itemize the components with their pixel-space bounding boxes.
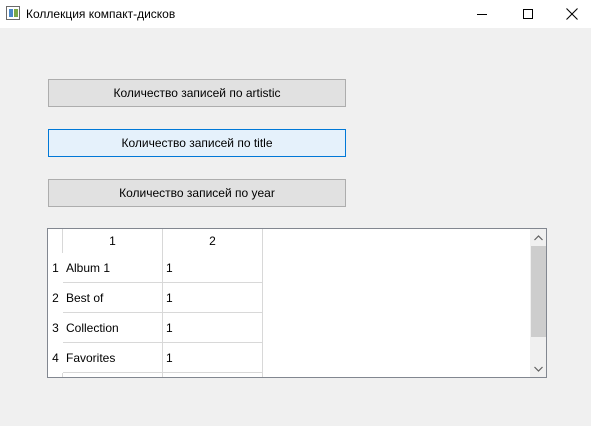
title-bar[interactable]: Коллекция компакт-дисков xyxy=(0,0,591,28)
results-table[interactable]: 1 2 1 Album 1 1 2 Best of 1 3 Collection… xyxy=(47,228,547,378)
table-corner[interactable] xyxy=(48,229,63,253)
table-cell-name[interactable]: Favorites xyxy=(63,343,163,373)
app-window-icon xyxy=(6,6,20,20)
table-cell-name[interactable]: Best of xyxy=(63,283,163,313)
table-cell-count[interactable]: 1 xyxy=(163,283,263,313)
scroll-up-button[interactable] xyxy=(530,229,546,246)
row-header-2[interactable]: 2 xyxy=(48,283,63,313)
window-title: Коллекция компакт-дисков xyxy=(26,7,176,21)
chevron-up-icon xyxy=(534,234,543,240)
minimize-icon xyxy=(477,13,487,15)
chevron-down-icon xyxy=(534,366,543,372)
table-cell-name[interactable]: Collection xyxy=(63,313,163,343)
table-cell-partial[interactable] xyxy=(63,373,163,377)
table-cell-count[interactable]: 1 xyxy=(163,253,263,283)
row-header-4[interactable]: 4 xyxy=(48,343,63,373)
count-by-title-button[interactable]: Количество записей по title xyxy=(48,129,346,157)
table-cell-partial[interactable] xyxy=(163,373,263,377)
table-cell-name[interactable]: Album 1 xyxy=(63,253,163,283)
vertical-scrollbar[interactable] xyxy=(530,229,546,377)
table-cell-count[interactable]: 1 xyxy=(163,313,263,343)
main-window: Коллекция компакт-дисков Количество запи… xyxy=(0,0,591,426)
close-button[interactable] xyxy=(549,0,591,28)
maximize-button[interactable] xyxy=(505,0,551,28)
table-cell-count[interactable]: 1 xyxy=(163,343,263,373)
count-by-artistic-button[interactable]: Количество записей по artistic xyxy=(48,79,346,107)
column-header-2[interactable]: 2 xyxy=(163,229,263,253)
close-icon xyxy=(566,8,578,20)
minimize-button[interactable] xyxy=(459,0,505,28)
column-header-1[interactable]: 1 xyxy=(63,229,163,253)
scrollbar-thumb[interactable] xyxy=(531,246,546,337)
count-by-year-button[interactable]: Количество записей по year xyxy=(48,179,346,207)
maximize-icon xyxy=(523,9,533,19)
scroll-down-button[interactable] xyxy=(530,360,546,377)
row-header-1[interactable]: 1 xyxy=(48,253,63,283)
row-header-3[interactable]: 3 xyxy=(48,313,63,343)
